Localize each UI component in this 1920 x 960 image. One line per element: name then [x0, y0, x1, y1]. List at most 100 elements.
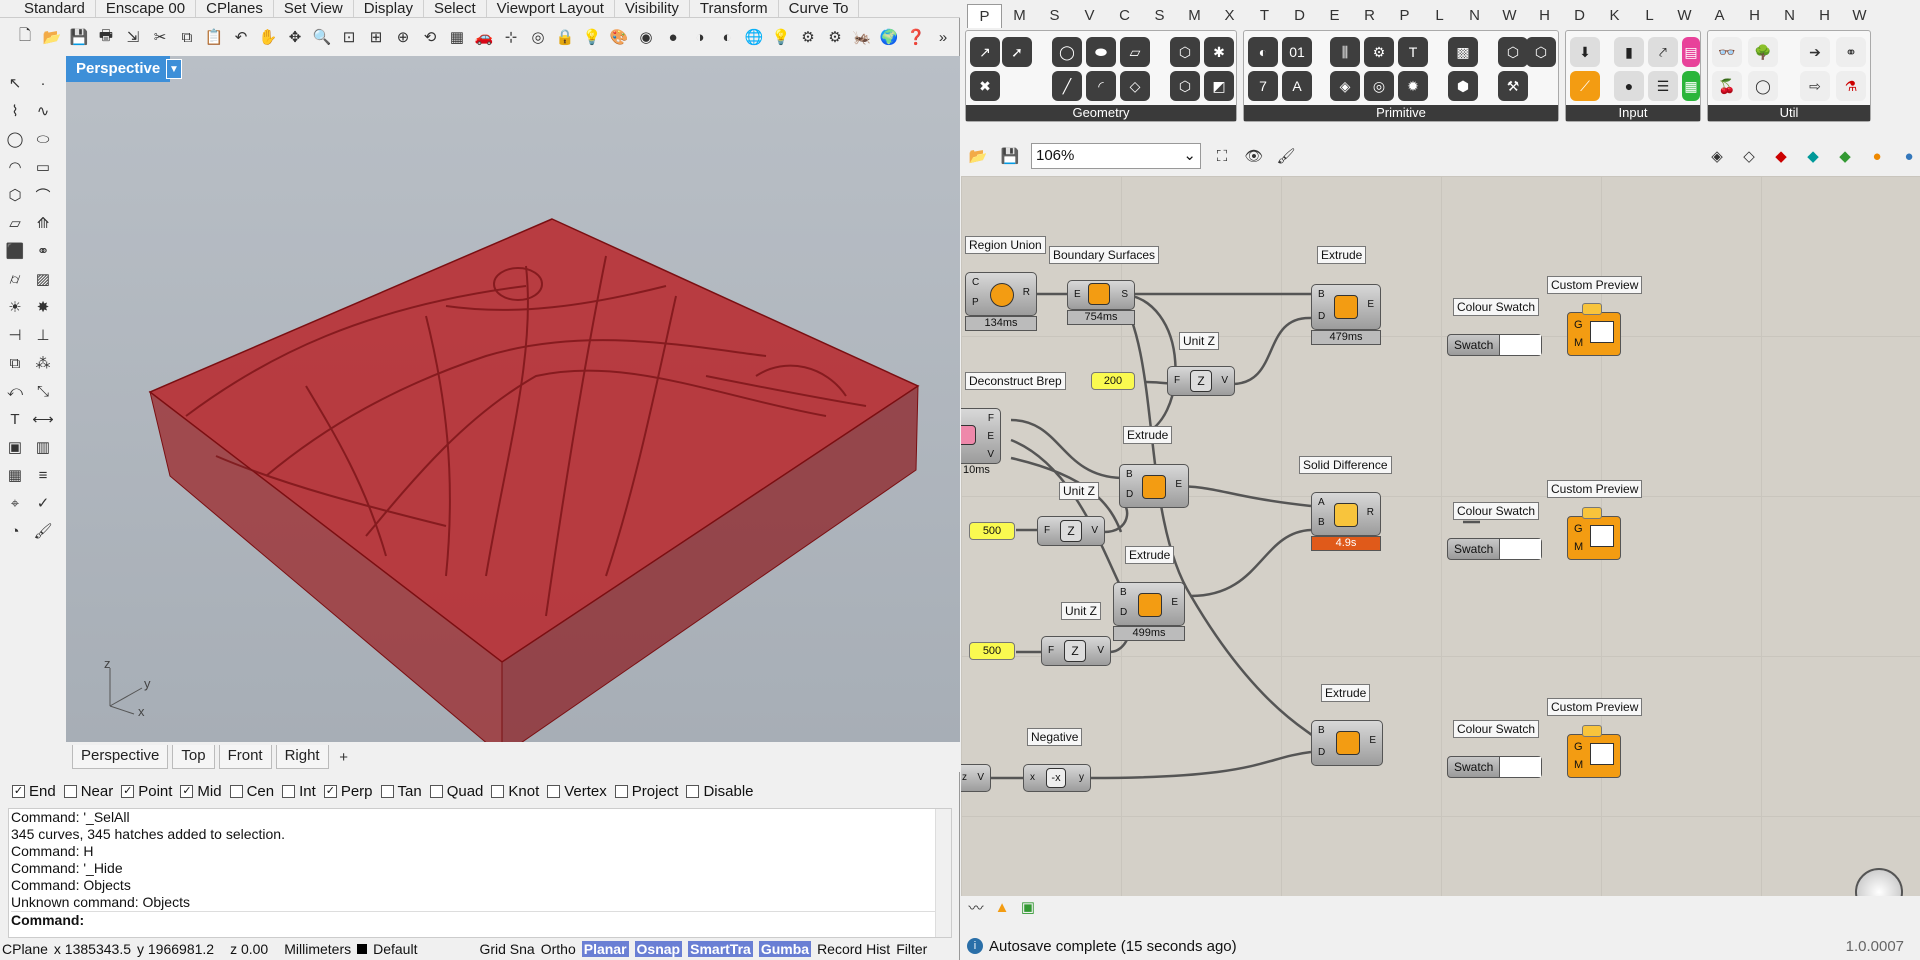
cluster-util-icon[interactable]: ⚭: [1836, 37, 1866, 67]
preview-shaded-icon[interactable]: ◆: [1770, 145, 1792, 167]
boundary-surfaces-component[interactable]: E S: [1067, 280, 1135, 310]
shaded-icon[interactable]: ●: [662, 26, 684, 48]
port-r[interactable]: R: [1023, 287, 1030, 298]
hatch-icon[interactable]: ▥: [32, 436, 54, 458]
group-icon[interactable]: ⧉: [4, 352, 26, 374]
tab-set-view[interactable]: Set View: [274, 0, 354, 17]
custom-preview-component-2[interactable]: GM: [1567, 507, 1621, 560]
settings-gear-icon[interactable]: ⚙: [797, 26, 819, 48]
deconstruct-brep-component[interactable]: F E V: [961, 408, 1001, 464]
cut-icon[interactable]: ✂: [149, 26, 171, 48]
select-arrow-icon[interactable]: ↖: [4, 72, 26, 94]
port-v[interactable]: V: [1221, 375, 1228, 386]
zoom-extents-icon[interactable]: ⊞: [365, 26, 387, 48]
port-f[interactable]: F: [1174, 375, 1180, 386]
layer-label[interactable]: Default: [373, 941, 417, 957]
string-param-icon[interactable]: T: [1398, 37, 1428, 67]
preview-selected-icon[interactable]: ◆: [1802, 145, 1824, 167]
port-f[interactable]: F: [1048, 645, 1054, 656]
filter-toggle[interactable]: Filter: [896, 941, 927, 957]
open-folder-icon[interactable]: 📂: [41, 26, 63, 48]
colour-swatch-1[interactable]: Swatch: [1447, 334, 1543, 356]
osnap-end[interactable]: ✓ End: [12, 783, 56, 800]
curve-icon[interactable]: ∿: [32, 100, 54, 122]
light-icon[interactable]: 💡: [770, 26, 792, 48]
vector-param-icon[interactable]: ⚒: [1498, 71, 1528, 101]
gh-tab-5[interactable]: S: [1142, 4, 1177, 28]
osnap-point[interactable]: ✓ Point: [121, 783, 172, 800]
scale-icon[interactable]: ⤡: [32, 380, 54, 402]
osnap-toggle[interactable]: Osnap: [634, 941, 683, 957]
toggle-input-icon[interactable]: ▮: [1614, 37, 1644, 67]
point-icon[interactable]: ·: [32, 72, 54, 94]
gh-tab-0[interactable]: P: [967, 4, 1002, 28]
port-f[interactable]: F: [988, 413, 994, 424]
array-icon[interactable]: ⁂: [32, 352, 54, 374]
integer-param-icon[interactable]: 01: [1282, 37, 1312, 67]
gh-tab-10[interactable]: E: [1317, 4, 1352, 28]
tab-right[interactable]: Right: [275, 745, 329, 769]
viewport-grid-icon[interactable]: ▦: [446, 26, 468, 48]
split-icon[interactable]: ⊥: [32, 324, 54, 346]
gh-tab-4[interactable]: C: [1107, 4, 1142, 28]
port-d[interactable]: D: [1318, 311, 1325, 322]
box-icon[interactable]: ⬛: [4, 240, 26, 262]
car-icon[interactable]: 🚗: [473, 26, 495, 48]
grid-array-icon[interactable]: ▦: [4, 464, 26, 486]
port-z[interactable]: z: [962, 772, 967, 783]
ellipse-icon[interactable]: ⬭: [32, 128, 54, 150]
cherry-util-icon[interactable]: 🍒: [1712, 71, 1742, 101]
text-param-icon[interactable]: A: [1282, 71, 1312, 101]
rendered-icon[interactable]: ◑: [689, 26, 711, 48]
add-viewport-icon[interactable]: +: [333, 746, 355, 768]
unit-z-component-3[interactable]: F Z V: [1041, 636, 1111, 666]
gh-tab-21[interactable]: A: [1702, 4, 1737, 28]
region-union-component[interactable]: C P R: [965, 272, 1037, 316]
button-input-icon[interactable]: ●: [1614, 71, 1644, 101]
zoom-icon[interactable]: 🔍: [311, 26, 333, 48]
print-icon[interactable]: 🖶: [95, 26, 117, 48]
port-g[interactable]: G: [1574, 523, 1583, 535]
zoom-extents-icon[interactable]: ⛶: [1211, 145, 1233, 167]
analyze-icon[interactable]: ⌖: [4, 492, 26, 514]
gh-tab-25[interactable]: W: [1842, 4, 1877, 28]
zoom-window-icon[interactable]: ⊡: [338, 26, 360, 48]
image-input-icon[interactable]: ▦: [1682, 71, 1700, 101]
number-slider-500-a[interactable]: 500: [969, 522, 1015, 540]
zoom-dropdown[interactable]: 106% ⌄: [1031, 143, 1201, 169]
surface-param-icon[interactable]: ▱: [1120, 37, 1150, 67]
port-b[interactable]: B: [1318, 289, 1325, 300]
port-s[interactable]: S: [1121, 289, 1128, 300]
delete-tool-icon[interactable]: ✖: [970, 71, 1000, 101]
graph-input-icon[interactable]: ⟋: [1570, 71, 1600, 101]
line-param-icon[interactable]: ╱: [1052, 71, 1082, 101]
osnap-perp[interactable]: ✓ Perp: [323, 783, 373, 800]
port-v[interactable]: V: [1097, 645, 1104, 656]
preview-mesh-icon[interactable]: ◇: [1738, 145, 1760, 167]
extrude-component-4[interactable]: B D E: [1311, 720, 1383, 766]
record-history-toggle[interactable]: Record Hist: [817, 941, 890, 957]
render-icon[interactable]: ◔: [4, 520, 26, 542]
render-sphere-icon[interactable]: 🌐: [743, 26, 765, 48]
osnap-disable[interactable]: Disable: [686, 783, 754, 800]
gh-tab-16[interactable]: H: [1527, 4, 1562, 28]
port-e[interactable]: E: [1369, 735, 1376, 746]
tab-viewport-layout[interactable]: Viewport Layout: [487, 0, 615, 17]
options-gear-icon[interactable]: ⚙: [824, 26, 846, 48]
solid-difference-component[interactable]: A B R: [1311, 492, 1381, 536]
port-v[interactable]: V: [987, 449, 994, 460]
unit-z-component-1[interactable]: F Z V: [1167, 366, 1235, 396]
help-icon[interactable]: ❓: [905, 26, 927, 48]
gumball-toggle[interactable]: Gumba: [758, 941, 812, 957]
circle-icon[interactable]: ◯: [4, 128, 26, 150]
preview-toggle[interactable]: [1582, 725, 1602, 737]
curve-param-icon[interactable]: ⬬: [1086, 37, 1116, 67]
perspective-viewport[interactable]: Perspective ▼ z y x: [66, 56, 960, 742]
tab-select[interactable]: Select: [424, 0, 487, 17]
tab-standard[interactable]: Standard: [0, 0, 96, 17]
osnap-int[interactable]: Int: [282, 783, 316, 800]
plane-param-icon[interactable]: ⬡: [1526, 37, 1556, 67]
osnap-tan[interactable]: Tan: [380, 783, 422, 800]
gh-tab-6[interactable]: M: [1177, 4, 1212, 28]
port-c[interactable]: C: [972, 277, 979, 288]
